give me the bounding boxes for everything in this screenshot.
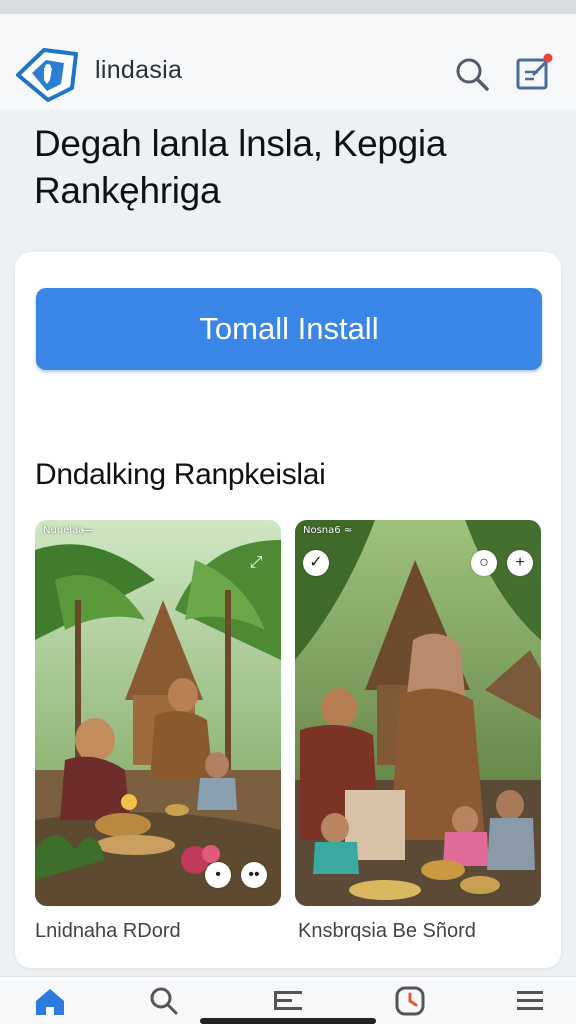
thumb-status-text: Nuuelaa ̶ ̶ ̶ [43, 525, 94, 536]
circle-icon[interactable]: ○ [471, 550, 497, 576]
check-icon[interactable]: ✓ [303, 550, 329, 576]
gallery-caption: Lnidnaha RDord [35, 920, 181, 942]
install-button[interactable]: Tomall Install [36, 288, 542, 370]
search-icon [150, 987, 178, 1015]
app-logo [16, 48, 78, 102]
home-icon [36, 989, 64, 1015]
bottom-navigation [0, 976, 576, 1024]
nav-search[interactable] [140, 983, 188, 1021]
notification-dot [543, 53, 553, 63]
gallery-item[interactable]: Nosna6 ≈ ✓ ○ + [295, 520, 541, 906]
expand-icon[interactable]: ⤢ [243, 550, 269, 576]
nav-home[interactable] [26, 983, 74, 1021]
nav-list[interactable] [264, 983, 312, 1021]
search-button[interactable] [452, 54, 492, 94]
nav-menu[interactable] [506, 983, 554, 1021]
more-icon[interactable]: •• [241, 862, 267, 888]
clock-icon [395, 986, 425, 1016]
content-card: Tomall Install Dndalking Ranpkeislai Nuu… [15, 252, 561, 968]
gallery-title: Dndalking Ranpkeislai [35, 458, 326, 491]
compose-button[interactable] [512, 52, 556, 94]
search-icon [456, 58, 489, 91]
edit-icon [516, 53, 553, 90]
page-headline: Degah lanla lnsla, Kepgia Rankęhriga [34, 123, 447, 211]
status-bar [0, 0, 576, 14]
nav-history[interactable] [386, 983, 434, 1021]
gallery-item[interactable]: Nuuelaa ̶ ̶ ̶ ⤢ • •• [35, 520, 281, 906]
home-indicator [200, 1018, 376, 1024]
gallery-image [295, 520, 541, 906]
list-icon [274, 991, 302, 1010]
dot-icon[interactable]: • [205, 862, 231, 888]
app-header: lindasia [0, 14, 576, 110]
menu-icon [517, 991, 543, 1010]
plus-icon[interactable]: + [507, 550, 533, 576]
gallery-image [35, 520, 281, 906]
thumb-status-text: Nosna6 ≈ [303, 525, 353, 536]
gallery-caption: Knsbrqsia Be Sñord [298, 920, 476, 942]
app-brand-name: lindasia [95, 56, 183, 84]
